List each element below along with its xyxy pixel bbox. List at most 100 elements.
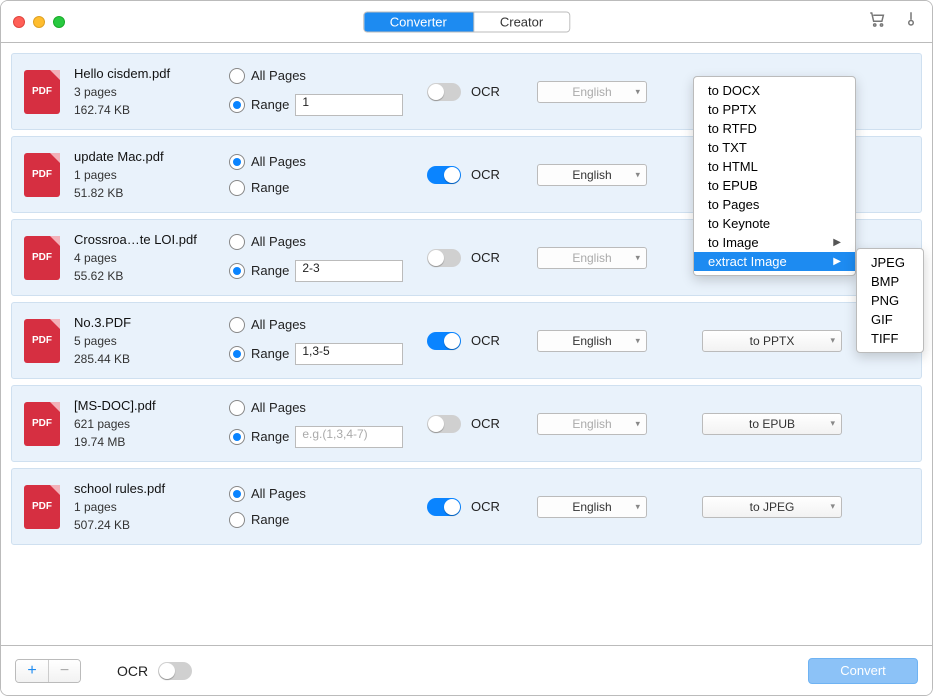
language-select[interactable]: English ▾ [537,413,647,435]
window-minimize-button[interactable] [33,16,45,28]
traffic-lights [13,16,65,28]
chevron-down-icon: ▾ [635,86,640,97]
ocr-toggle[interactable] [427,498,461,516]
range-input[interactable]: 1 [295,94,403,116]
add-file-button[interactable]: + [16,660,48,682]
ocr-toggle[interactable] [427,249,461,267]
file-row[interactable]: PDF school rules.pdf 1 pages 507.24 KB A… [11,468,922,545]
file-pagecount: 621 pages [74,415,229,433]
submenu-item[interactable]: PNG [857,291,923,310]
menu-item-label: to Pages [708,197,759,212]
window-zoom-button[interactable] [53,16,65,28]
menu-item-label: to TXT [708,140,747,155]
submenu-item[interactable]: BMP [857,272,923,291]
menu-item[interactable]: extract Image▶ [694,252,855,271]
file-size: 285.44 KB [74,350,229,368]
menu-item[interactable]: to Pages [694,195,855,214]
range-label: Range [251,346,289,361]
global-ocr-label: OCR [117,663,148,679]
range-label: Range [251,512,289,527]
ocr-label: OCR [471,416,500,431]
format-dropdown-submenu[interactable]: JPEGBMP PNG GIFTIFF [856,248,924,353]
ocr-toggle[interactable] [427,332,461,350]
menu-item[interactable]: to HTML [694,157,855,176]
range-label: Range [251,429,289,444]
ocr-toggle[interactable] [427,83,461,101]
window-close-button[interactable] [13,16,25,28]
language-select[interactable]: English ▾ [537,247,647,269]
tab-converter[interactable]: Converter [364,12,474,31]
radio-range[interactable] [229,429,245,445]
format-select[interactable]: to EPUB ▾ [702,413,842,435]
file-name: Hello cisdem.pdf [74,64,229,84]
range-input[interactable]: 1,3-5 [295,343,403,365]
all-pages-label: All Pages [251,486,306,501]
ocr-toggle[interactable] [427,415,461,433]
file-size: 19.74 MB [74,433,229,451]
range-input[interactable]: 2-3 [295,260,403,282]
menu-item[interactable]: to RTFD [694,119,855,138]
submenu-item[interactable]: GIF [857,310,923,329]
global-ocr-toggle[interactable] [158,662,192,680]
menu-item[interactable]: to EPUB [694,176,855,195]
language-select[interactable]: English ▾ [537,330,647,352]
menu-item[interactable]: to Keynote [694,214,855,233]
menu-item-label: extract Image [708,254,787,269]
radio-all-pages[interactable] [229,154,245,170]
ocr-label: OCR [471,250,500,265]
pdf-file-icon: PDF [24,236,60,280]
menu-item-label: to PPTX [708,102,756,117]
pdf-file-icon: PDF [24,485,60,529]
language-value: English [572,168,611,182]
convert-button[interactable]: Convert [808,658,918,684]
thermometer-icon[interactable] [902,10,920,33]
add-remove-group: + − [15,659,81,683]
mode-segmented-control[interactable]: Converter Creator [363,11,570,32]
ocr-toggle[interactable] [427,166,461,184]
chevron-down-icon: ▾ [830,418,835,429]
menu-item-label: to Image [708,235,759,250]
page-selection: All Pages Range 2-3 [229,234,427,282]
chevron-down-icon: ▾ [635,252,640,263]
radio-range[interactable] [229,263,245,279]
radio-all-pages[interactable] [229,486,245,502]
submenu-item[interactable]: TIFF [857,329,923,348]
file-pagecount: 3 pages [74,83,229,101]
submenu-item-label: PNG [871,293,899,308]
ocr-label: OCR [471,499,500,514]
radio-range[interactable] [229,346,245,362]
menu-item[interactable]: to TXT [694,138,855,157]
format-select[interactable]: to PPTX ▾ [702,330,842,352]
file-pagecount: 4 pages [74,249,229,267]
file-size: 51.82 KB [74,184,229,202]
format-dropdown-menu[interactable]: to DOCX to PPTX to RTFD to TXT to HTMLto EPU… [693,76,856,276]
file-row[interactable]: PDF [MS-DOC].pdf 621 pages 19.74 MB All … [11,385,922,462]
language-select[interactable]: English ▾ [537,81,647,103]
file-pagecount: 1 pages [74,166,229,184]
menu-item[interactable]: to DOCX [694,81,855,100]
submenu-item[interactable]: JPEG [857,253,923,272]
radio-all-pages[interactable] [229,317,245,333]
radio-range[interactable] [229,512,245,528]
menu-item[interactable]: to Image▶ [694,233,855,252]
all-pages-label: All Pages [251,68,306,83]
language-select[interactable]: English ▾ [537,164,647,186]
radio-all-pages[interactable] [229,234,245,250]
range-input[interactable]: e.g.(1,3,4-7) [295,426,403,448]
language-select[interactable]: English ▾ [537,496,647,518]
menu-item[interactable]: to PPTX [694,100,855,119]
file-info: update Mac.pdf 1 pages 51.82 KB [74,147,229,203]
file-size: 55.62 KB [74,267,229,285]
page-selection: All Pages Range 1,3-5 [229,317,427,365]
file-name: Crossroa…te LOI.pdf [74,230,229,250]
file-row[interactable]: PDF No.3.PDF 5 pages 285.44 KB All Pages… [11,302,922,379]
remove-file-button[interactable]: − [48,660,80,682]
radio-all-pages[interactable] [229,68,245,84]
cart-icon[interactable] [868,10,886,33]
range-label: Range [251,263,289,278]
format-select[interactable]: to JPEG ▾ [702,496,842,518]
radio-range[interactable] [229,97,245,113]
radio-all-pages[interactable] [229,400,245,416]
tab-creator[interactable]: Creator [474,12,569,31]
radio-range[interactable] [229,180,245,196]
